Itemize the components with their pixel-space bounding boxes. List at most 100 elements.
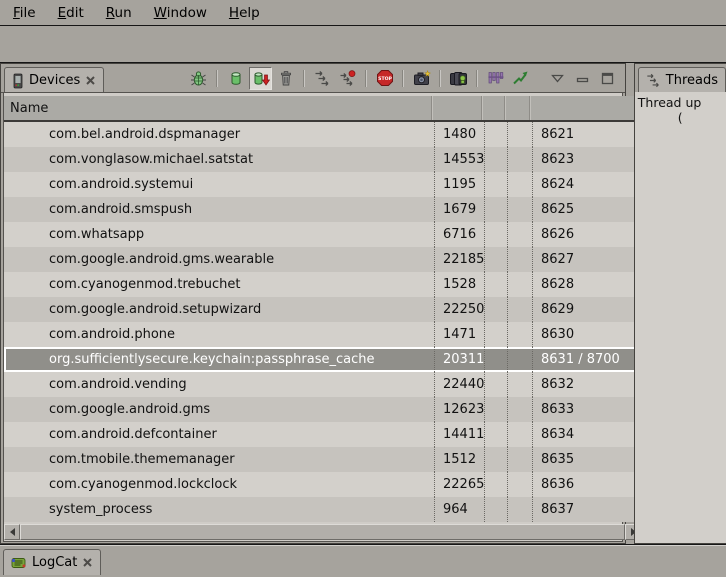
table-row[interactable]: com.google.android.setupwizard 22250 862… xyxy=(4,297,641,322)
process-port: 8629 xyxy=(532,297,641,322)
table-row[interactable]: com.google.android.gms 12623 8633 xyxy=(4,397,641,422)
maximize-icon xyxy=(601,72,614,85)
stop-process-button[interactable]: STOP xyxy=(373,67,396,90)
table-row[interactable]: com.vonglasow.michael.satstat 14553 8623 xyxy=(4,147,641,172)
blank-cell xyxy=(484,272,507,297)
cause-gc-button[interactable] xyxy=(274,67,297,90)
table-row[interactable]: system_process 964 8637 xyxy=(4,497,641,522)
view-hierarchy-icon xyxy=(449,70,468,87)
process-name: com.cyanogenmod.trebuchet xyxy=(4,272,434,297)
menu-item-run[interactable]: Run xyxy=(95,2,143,24)
stop-icon: STOP xyxy=(376,69,394,87)
table-rows: com.bel.android.dspmanager 1480 8621 com… xyxy=(4,122,641,522)
blank-cell xyxy=(484,147,507,172)
process-name: com.google.android.setupwizard xyxy=(4,297,434,322)
table-row[interactable]: com.android.systemui 1195 8624 xyxy=(4,172,641,197)
blank-cell xyxy=(484,322,507,347)
process-pid: 1679 xyxy=(434,197,484,222)
capture-systrace-button[interactable] xyxy=(484,67,507,90)
menu-item-file[interactable]: File xyxy=(2,2,47,24)
method-profiling-icon xyxy=(339,70,356,87)
threads-content: Thread up ( xyxy=(635,92,726,543)
maximize-button[interactable] xyxy=(596,67,619,90)
table-row[interactable]: com.tmobile.thememanager 1512 8635 xyxy=(4,447,641,472)
menu-item-edit[interactable]: Edit xyxy=(47,2,95,24)
devices-tabrow: Devices xyxy=(1,64,625,93)
menu-item-help[interactable]: Help xyxy=(218,2,271,24)
systrace-icon xyxy=(487,70,504,86)
column-header-blank1[interactable] xyxy=(481,96,504,120)
close-icon[interactable] xyxy=(85,75,96,86)
table-row[interactable]: com.android.phone 1471 8630 xyxy=(4,322,641,347)
table-row[interactable]: com.android.defcontainer 14411 8634 xyxy=(4,422,641,447)
process-port: 8631 / 8700 xyxy=(532,347,641,372)
left-arrow-icon xyxy=(10,528,15,536)
gc-trash-icon xyxy=(278,70,294,87)
table-row[interactable]: com.whatsapp 6716 8626 xyxy=(4,222,641,247)
blank-cell xyxy=(484,497,507,522)
view-menu-button[interactable] xyxy=(546,67,569,90)
blank-cell xyxy=(484,397,507,422)
table-row[interactable]: com.cyanogenmod.lockclock 22265 8636 xyxy=(4,472,641,497)
process-pid: 22265 xyxy=(434,472,484,497)
blank-cell xyxy=(507,147,532,172)
horizontal-scroll-thumb[interactable] xyxy=(20,524,625,540)
table-row[interactable]: com.android.vending 22440 8632 xyxy=(4,372,641,397)
start-method-profiling-button[interactable] xyxy=(336,67,359,90)
camera-icon xyxy=(413,70,431,87)
tab-threads[interactable]: Threads xyxy=(638,67,726,93)
blank-cell xyxy=(507,197,532,222)
process-pid: 14553 xyxy=(434,147,484,172)
table-row[interactable]: com.bel.android.dspmanager 1480 8621 xyxy=(4,122,641,147)
blank-cell xyxy=(484,197,507,222)
toolbar-separator xyxy=(365,70,367,87)
toolbar-separator xyxy=(476,70,478,87)
blank-cell xyxy=(507,397,532,422)
dump-hprof-button[interactable] xyxy=(249,67,272,90)
table-row[interactable]: com.cyanogenmod.trebuchet 1528 8628 xyxy=(4,272,641,297)
main-toolbar xyxy=(0,26,726,63)
process-port: 8632 xyxy=(532,372,641,397)
tab-devices[interactable]: Devices xyxy=(4,67,104,93)
column-header-pid[interactable] xyxy=(431,96,481,120)
opengl-trace-icon xyxy=(512,70,529,86)
process-pid: 1195 xyxy=(434,172,484,197)
close-icon[interactable] xyxy=(82,557,93,568)
column-header-port[interactable] xyxy=(529,96,641,120)
threads-tab-label: Threads xyxy=(666,73,718,88)
capture-view-hierarchy-button[interactable] xyxy=(447,67,470,90)
process-name: com.android.systemui xyxy=(4,172,434,197)
toolbar-separator xyxy=(216,70,218,87)
scroll-left-button[interactable] xyxy=(4,524,20,540)
table-row[interactable]: com.google.android.gms.wearable 22185 86… xyxy=(4,247,641,272)
process-port: 8636 xyxy=(532,472,641,497)
column-header-blank2[interactable] xyxy=(504,96,529,120)
table-header: Name xyxy=(4,96,641,122)
update-heap-button[interactable] xyxy=(224,67,247,90)
process-pid: 22185 xyxy=(434,247,484,272)
table-row[interactable]: com.android.smspush 1679 8625 xyxy=(4,197,641,222)
start-opengl-trace-button[interactable] xyxy=(509,67,532,90)
dump-hprof-icon xyxy=(252,70,270,87)
tab-logcat[interactable]: LogCat xyxy=(3,549,101,575)
horizontal-scrollbar[interactable] xyxy=(4,524,641,540)
process-name: com.cyanogenmod.lockclock xyxy=(4,472,434,497)
process-name: com.bel.android.dspmanager xyxy=(4,122,434,147)
table-row-selected[interactable]: org.sufficientlysecure.keychain:passphra… xyxy=(4,347,641,372)
process-pid: 22250 xyxy=(434,297,484,322)
logcat-bar: LogCat xyxy=(0,544,726,577)
process-pid: 12623 xyxy=(434,397,484,422)
column-header-name[interactable]: Name xyxy=(4,96,431,120)
minimize-button[interactable] xyxy=(571,67,594,90)
blank-cell xyxy=(507,372,532,397)
update-threads-button[interactable] xyxy=(311,67,334,90)
screen-capture-button[interactable] xyxy=(410,67,433,90)
debug-button[interactable] xyxy=(187,67,210,90)
blank-cell xyxy=(484,472,507,497)
process-name: com.android.smspush xyxy=(4,197,434,222)
process-pid: 1471 xyxy=(434,322,484,347)
blank-cell xyxy=(484,297,507,322)
process-pid: 1480 xyxy=(434,122,484,147)
menu-item-window[interactable]: Window xyxy=(143,2,218,24)
threads-message-line1: Thread up xyxy=(638,95,726,110)
